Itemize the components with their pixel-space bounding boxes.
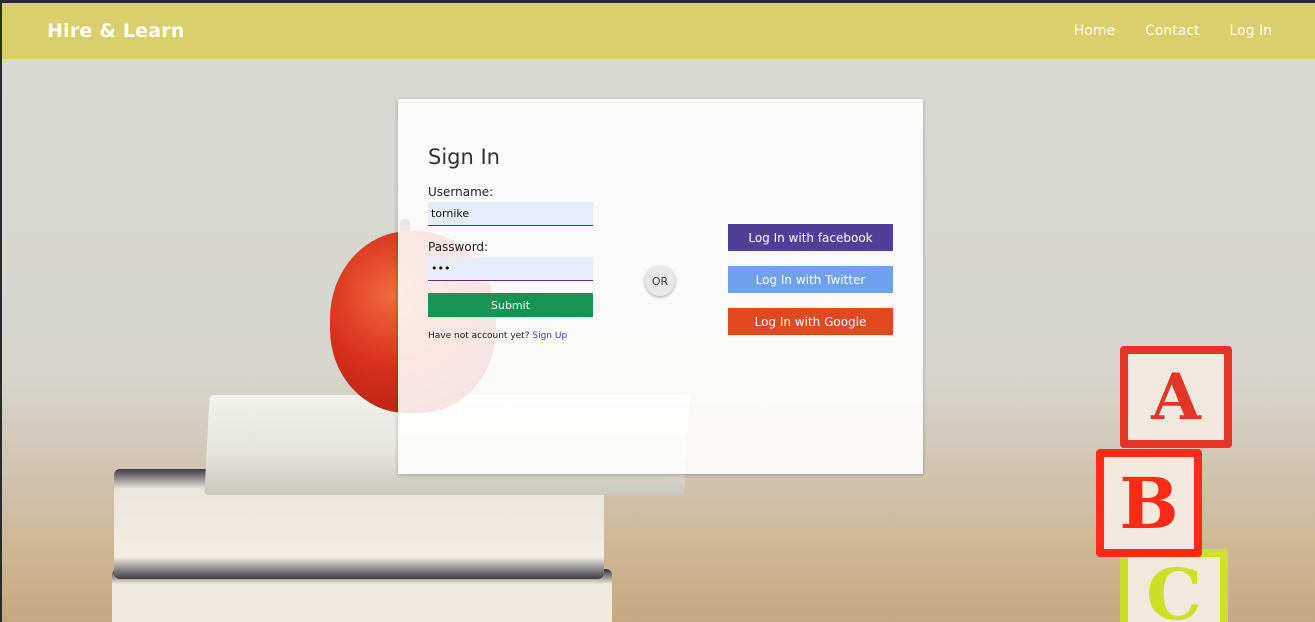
nav-contact-link[interactable]: Contact	[1145, 23, 1199, 39]
signup-link[interactable]: Sign Up	[532, 331, 567, 341]
signin-title: Sign In	[428, 145, 500, 169]
password-input[interactable]	[428, 257, 593, 281]
nav-links: Home Contact Log In	[1074, 23, 1272, 39]
alphabet-block-c: C	[1120, 549, 1228, 622]
brand-logo[interactable]: Hire & Learn	[47, 20, 185, 42]
username-input[interactable]	[428, 202, 593, 226]
signup-prompt: Have not account yet? Sign Up	[428, 331, 567, 341]
signin-card: Sign In Username: Password: Submit Have …	[398, 99, 923, 474]
nav-home-link[interactable]: Home	[1074, 23, 1115, 39]
login-facebook-button[interactable]: Log In with facebook	[728, 224, 893, 251]
top-navbar: Hire & Learn Home Contact Log In	[2, 3, 1315, 59]
username-label: Username:	[428, 185, 494, 199]
signup-prompt-text: Have not account yet?	[428, 331, 530, 341]
nav-login-link[interactable]: Log In	[1230, 23, 1272, 39]
alphabet-block-b: B	[1096, 449, 1202, 557]
alphabet-block-a: A	[1120, 346, 1232, 448]
submit-button[interactable]: Submit	[428, 293, 593, 317]
page-frame: C B A Hire & Learn Home Contact Log In S…	[2, 3, 1315, 622]
login-google-button[interactable]: Log In with Google	[728, 308, 893, 335]
login-twitter-button[interactable]: Log In with Twitter	[728, 266, 893, 293]
or-divider: OR	[645, 266, 675, 296]
password-label: Password:	[428, 240, 489, 254]
